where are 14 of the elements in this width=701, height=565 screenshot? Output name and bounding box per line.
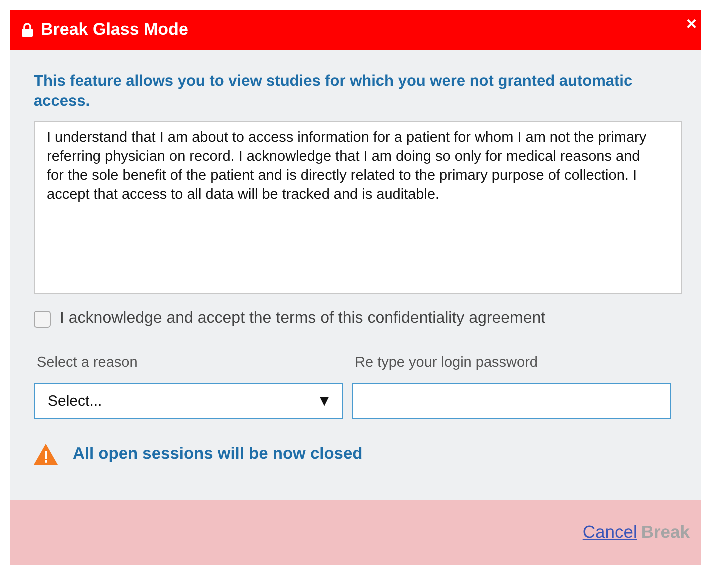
password-field[interactable] [352, 383, 671, 419]
close-button[interactable]: × [682, 14, 701, 34]
reason-label: Select a reason [37, 355, 139, 371]
reason-select[interactable]: Select... ▼ [34, 383, 343, 419]
intro-text: This feature allows you to view studies for which you were not granted automatic access. [34, 72, 634, 112]
lock-icon [22, 23, 33, 37]
password-label: Re type your login password [355, 355, 539, 371]
dialog-title: Break Glass Mode [41, 20, 190, 40]
acknowledge-checkbox[interactable] [34, 310, 51, 328]
agreement-text: I understand that I am about to access information for a patient for whom I am not the primary referring physician on record. I acknowledge that I am doing so only for medical reasons and for the sole benefit of the patient and is directly related to the primary purpose of collection. I accept that access to all data will be tracked and is auditable. [34, 121, 682, 294]
acknowledge-label: I acknowledge and accept the terms of this confidentiality agreement [60, 310, 546, 328]
dialog-link[interactable]: Cancel [582, 522, 638, 543]
warning-text: All open sessions will be now closed [73, 445, 363, 464]
warning-icon [33, 443, 59, 466]
